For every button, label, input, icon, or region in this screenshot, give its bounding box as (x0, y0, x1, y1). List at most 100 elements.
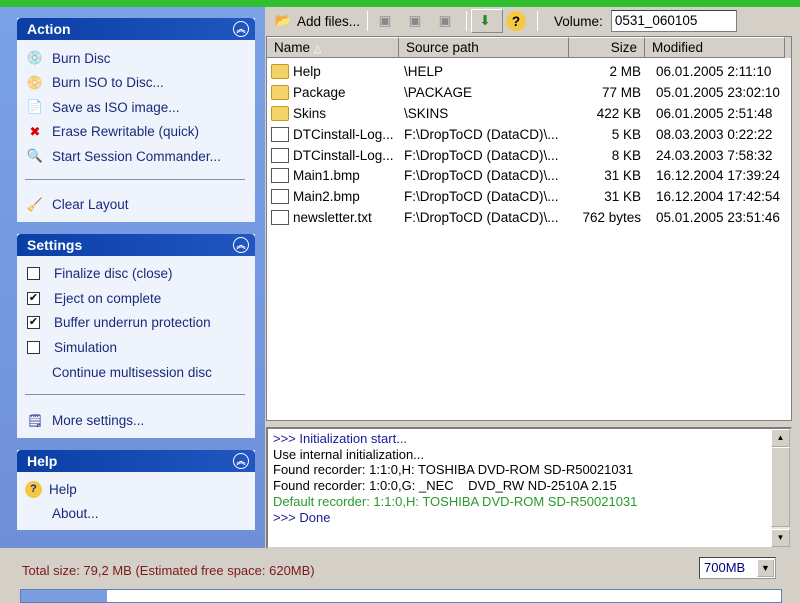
file-name-cell: Main2.bmp (267, 189, 399, 205)
simulation-checkbox[interactable]: Simulation (17, 335, 255, 360)
modified-cell: 08.03.2003 0:22:22 (656, 126, 773, 142)
source-path-cell: \PACKAGE (404, 84, 473, 100)
erase-rewritable-item[interactable]: ✖ Erase Rewritable (quick) (17, 120, 255, 145)
add-files-button[interactable]: 📂 Add files... (270, 9, 363, 33)
collapse-icon[interactable]: ︽ (233, 453, 249, 469)
file-icon (271, 147, 289, 163)
file-row[interactable]: Main1.bmp F:\DropToCD (DataCD)\... 31 KB 16… (267, 165, 791, 186)
volume-input[interactable]: 0531_060105 (610, 10, 737, 32)
scroll-down-button[interactable]: ▼ (771, 529, 790, 547)
size-cell: 2 MB (609, 63, 641, 79)
file-icon (271, 126, 289, 142)
size-cell: 5 KB (611, 126, 641, 142)
total-size-status: Total size: 79,2 MB (Estimated free spac… (22, 563, 315, 578)
column-name[interactable]: Name △ (267, 37, 399, 58)
settings-panel: Settings ︽ Finalize disc (close) ✔ Eject o… (17, 234, 255, 438)
clear-layout-item[interactable]: 🧹 Clear Layout (17, 193, 255, 218)
remove-button[interactable]: ▣ (372, 9, 402, 33)
file-row[interactable]: DTCinstall-Log... F:\DropToCD (DataCD)\..… (267, 145, 791, 166)
disc-usage-fill (21, 590, 107, 602)
about-item[interactable]: About... (17, 502, 255, 527)
file-row[interactable]: newsletter.txt F:\DropToCD (DataCD)\... 76… (267, 207, 791, 228)
size-cell: 77 MB (601, 84, 641, 100)
checkbox-checked[interactable]: ✔ (27, 291, 40, 305)
source-path-cell: F:\DropToCD (DataCD)\... (404, 126, 559, 142)
column-source-path[interactable]: Source path (399, 37, 569, 58)
checkbox[interactable] (27, 340, 40, 354)
list-header: Name △ Source path Size Modified (267, 37, 791, 58)
action-panel: Action ︽ 💿 Burn Disc 📀 Burn ISO to Disc... … (17, 18, 255, 222)
finalize-disc-checkbox[interactable]: Finalize disc (close) (17, 261, 255, 286)
modified-cell: 06.01.2005 2:11:10 (656, 63, 772, 79)
continue-multisession-item[interactable]: Continue multisession disc (17, 360, 255, 385)
column-modified[interactable]: Modified (645, 37, 785, 58)
file-row[interactable]: Package \PACKAGE 77 MB 05.01.2005 23:02:10 (267, 82, 791, 103)
toolbar-separator (367, 11, 369, 31)
more-settings-item[interactable]: 🗒 More settings... (17, 408, 255, 433)
toolbar: 📂 Add files... ▣ ▣ ▣ ⬇ ? Volume: 0531_060… (266, 7, 800, 35)
buffer-underrun-checkbox[interactable]: ✔ Buffer underrun protection (17, 310, 255, 335)
file-name-cell: DTCinstall-Log... (267, 126, 399, 142)
source-path-cell: F:\DropToCD (DataCD)\... (404, 168, 559, 184)
modified-cell: 16.12.2004 17:39:24 (656, 168, 780, 184)
divider (25, 394, 245, 396)
file-row[interactable]: Skins \SKINS 422 KB 06.01.2005 2:51:48 (267, 103, 791, 124)
column-size[interactable]: Size (569, 37, 645, 58)
source-path-cell: F:\DropToCD (DataCD)\... (404, 147, 559, 163)
magnifier-icon: 🔍 (26, 148, 44, 164)
help-button[interactable]: ? (503, 9, 533, 33)
log-line: Found recorder: 1:0:0,G: _NEC DVD_RW ND-… (273, 478, 617, 494)
file-row[interactable]: Main2.bmp F:\DropToCD (DataCD)\... 31 KB 16… (267, 186, 791, 207)
check-button[interactable]: ▣ (432, 9, 462, 33)
file-icon (271, 210, 289, 226)
folder-icon (271, 84, 289, 100)
burn-iso-item[interactable]: 📀 Burn ISO to Disc... (17, 71, 255, 96)
modified-cell: 16.12.2004 17:42:54 (656, 189, 780, 205)
toolbar-separator (537, 11, 539, 31)
settings-panel-header[interactable]: Settings ︽ (17, 234, 255, 256)
collapse-icon[interactable]: ︽ (233, 21, 249, 37)
burn-iso-icon: 📀 (26, 74, 44, 90)
help-panel-header[interactable]: Help ︽ (17, 450, 255, 472)
title-bar (0, 0, 800, 7)
action-panel-header[interactable]: Action ︽ (17, 18, 255, 40)
file-row[interactable]: Help \HELP 2 MB 06.01.2005 2:11:10 (267, 61, 791, 82)
save-iso-item[interactable]: 📄 Save as ISO image... (17, 95, 255, 120)
add-files-icon: 📂 (274, 13, 292, 28)
broom-icon: 🧹 (26, 196, 44, 212)
modified-cell: 05.01.2005 23:51:46 (656, 210, 780, 226)
log-line: Use internal initialization... (273, 446, 425, 462)
volume-label: Volume: (554, 13, 603, 29)
save-iso-icon: 📄 (26, 99, 44, 115)
sort-ascending-icon: △ (313, 44, 322, 55)
modified-cell: 05.01.2005 23:02:10 (656, 84, 780, 100)
remove-file-icon: ▣ (378, 13, 392, 28)
checkbox[interactable] (27, 266, 40, 280)
dropdown-arrow-icon[interactable]: ▼ (757, 559, 774, 577)
disc-size-select[interactable]: 700MB ▼ (699, 557, 776, 579)
file-name-cell: Package (267, 84, 399, 100)
file-list: Name △ Source path Size Modified Help \HE… (266, 36, 792, 421)
eject-on-complete-checkbox[interactable]: ✔ Eject on complete (17, 286, 255, 311)
import-button[interactable]: ⬇ (471, 9, 504, 33)
checkbox-checked[interactable]: ✔ (27, 316, 40, 330)
log-panel: >>> Initialization start... Use internal … (266, 427, 792, 549)
scroll-thumb[interactable] (771, 447, 790, 527)
move-button[interactable]: ▣ (402, 9, 432, 33)
scroll-up-button[interactable]: ▲ (771, 429, 790, 447)
log-line: Default recorder: 1:1:0,H: TOSHIBA DVD-R… (273, 493, 638, 509)
burn-disc-item[interactable]: 💿 Burn Disc (17, 46, 255, 71)
help-item[interactable]: ? Help (17, 477, 255, 502)
size-cell: 422 KB (596, 105, 641, 121)
file-name-cell: newsletter.txt (267, 210, 399, 226)
file-name-cell: Skins (267, 105, 399, 121)
collapse-icon[interactable]: ︽ (233, 237, 249, 253)
log-line: Found recorder: 1:1:0,H: TOSHIBA DVD-ROM… (273, 462, 634, 478)
erase-icon: ✖ (29, 123, 41, 139)
modified-cell: 24.03.2003 7:58:32 (656, 147, 773, 163)
log-scrollbar[interactable]: ▲ ▼ (771, 429, 790, 547)
session-commander-item[interactable]: 🔍 Start Session Commander... (17, 144, 255, 169)
size-cell: 8 KB (611, 147, 641, 163)
source-path-cell: F:\DropToCD (DataCD)\... (404, 210, 559, 226)
file-row[interactable]: DTCinstall-Log... F:\DropToCD (DataCD)\..… (267, 124, 791, 145)
